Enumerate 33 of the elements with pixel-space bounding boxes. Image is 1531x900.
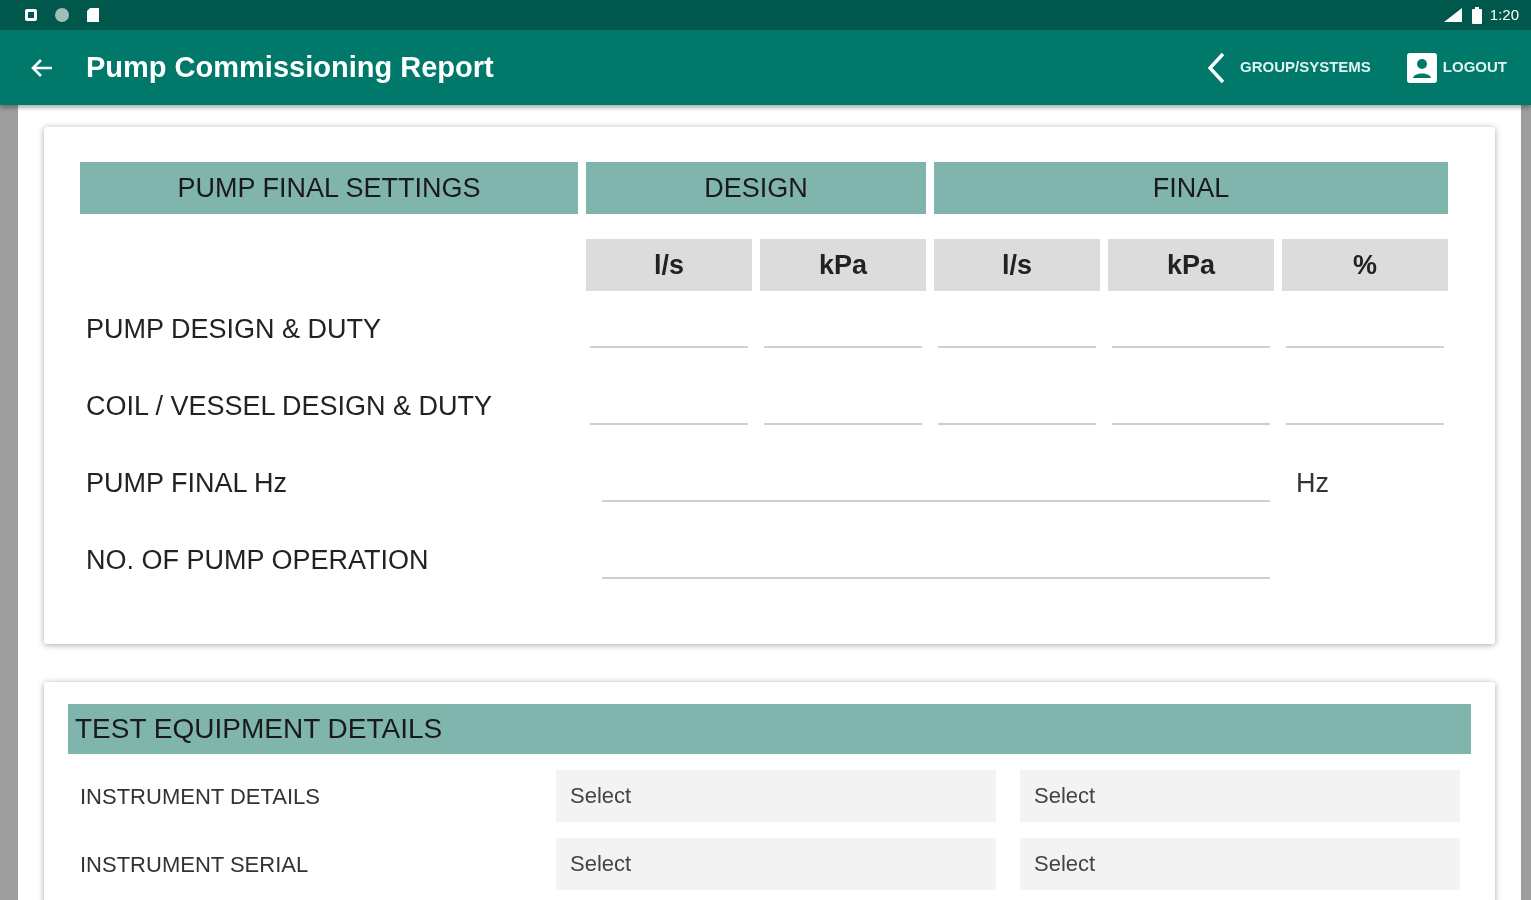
column-header: PUMP FINAL SETTINGS xyxy=(80,162,578,214)
select-field[interactable]: Select xyxy=(1020,770,1460,822)
unit-header: kPa xyxy=(760,239,926,291)
screen-title: Pump Commissioning Report xyxy=(86,49,494,85)
user-icon xyxy=(1406,52,1437,83)
row-label: INSTRUMENT SERIAL xyxy=(79,850,310,879)
column-header: DESIGN xyxy=(586,162,926,214)
chevron-left-icon xyxy=(1205,51,1226,84)
sd-card-icon xyxy=(86,7,100,23)
unit-header: l/s xyxy=(586,239,752,291)
logout-button[interactable]: LOGOUT xyxy=(1400,51,1513,84)
section-header: TEST EQUIPMENT DETAILS xyxy=(68,704,1471,754)
select-field[interactable]: Select xyxy=(556,770,996,822)
column-header: FINAL xyxy=(934,162,1448,214)
circle-icon xyxy=(54,7,70,23)
select-field[interactable]: Select xyxy=(1020,838,1460,890)
notification-icon xyxy=(24,8,38,22)
clock-time: 1:20 xyxy=(1489,4,1519,25)
logout-label: LOGOUT xyxy=(1442,57,1507,78)
unit-header: % xyxy=(1282,239,1448,291)
row-label: PUMP FINAL Hz xyxy=(85,467,289,501)
row-label: PUMP DESIGN & DUTY xyxy=(85,313,383,347)
unit-header: l/s xyxy=(934,239,1100,291)
row-label: NO. OF PUMP OPERATION xyxy=(85,544,430,578)
back-arrow-icon[interactable] xyxy=(30,57,54,78)
group-systems-link[interactable]: GROUP/SYSTEMS xyxy=(1199,50,1377,85)
row-label: COIL / VESSEL DESIGN & DUTY xyxy=(85,390,494,424)
unit-header: kPa xyxy=(1108,239,1274,291)
select-field[interactable]: Select xyxy=(556,838,996,890)
nav-label: GROUP/SYSTEMS xyxy=(1239,57,1371,78)
unit-label: Hz xyxy=(1295,467,1330,501)
battery-icon xyxy=(1471,6,1482,24)
row-label: INSTRUMENT DETAILS xyxy=(79,782,321,811)
